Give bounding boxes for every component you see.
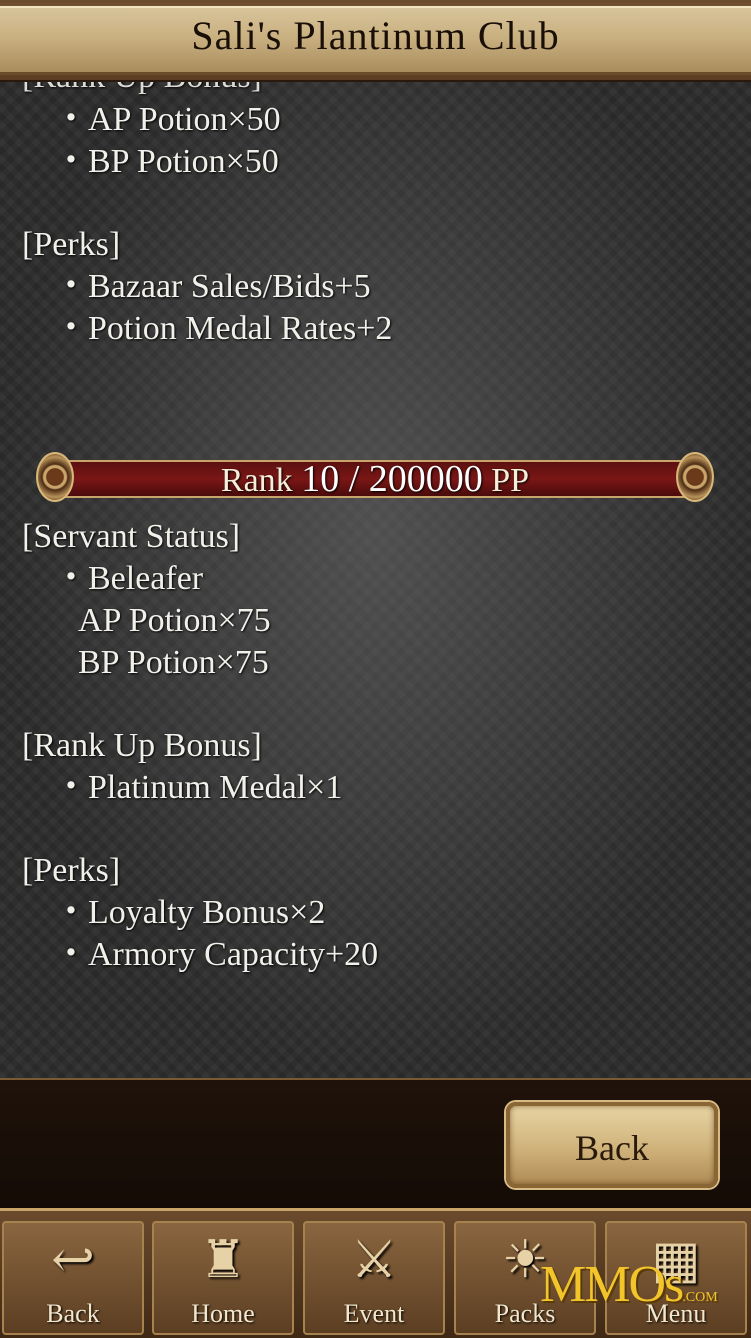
watermark-suffix: .COM <box>682 1290 718 1305</box>
nav-back-button[interactable]: ↩ Back <box>2 1221 144 1335</box>
list-item: ・Loyalty Bonus×2 <box>54 894 326 931</box>
section-heading-rank-up-bonus: [Rank Up Bonus] <box>22 727 262 764</box>
page-title: Sali's Plantinum Club <box>191 13 560 58</box>
section-heading-perks: [Perks] <box>22 852 121 889</box>
footer-panel: Back <box>0 1078 751 1210</box>
crossed-swords-icon: ⚔ <box>350 1232 398 1289</box>
list-item: ・Bazaar Sales/Bids+5 <box>54 268 371 305</box>
list-item: BP Potion×75 <box>78 644 269 681</box>
rank-unit: PP <box>491 462 530 499</box>
watermark-text: MMOs <box>540 1256 684 1313</box>
rank-value: 10 / 200000 <box>301 458 483 500</box>
list-item: ・Armory Capacity+20 <box>54 936 379 973</box>
back-button[interactable]: Back <box>506 1102 718 1188</box>
section-heading-servant-status: [Servant Status] <box>22 518 241 555</box>
section-heading-perks: [Perks] <box>22 226 121 263</box>
list-item: ・Potion Medal Rates+2 <box>54 310 393 347</box>
rank-text: Rank 10 / 200000 PP <box>36 457 714 501</box>
list-item: ・Beleafer <box>54 560 204 597</box>
castle-icon: ♜ <box>199 1232 247 1289</box>
return-arrow-icon: ↩ <box>51 1232 95 1289</box>
list-item: ・BP Potion×50 <box>54 143 279 180</box>
list-item: ・AP Potion×50 <box>54 101 281 138</box>
rank-label: Rank <box>220 462 293 499</box>
nav-home-button[interactable]: ♜ Home <box>152 1221 294 1335</box>
nav-label: Back <box>46 1299 100 1328</box>
title-bar: Sali's Plantinum Club <box>0 0 751 82</box>
watermark-logo: MMOs.COM <box>540 1255 718 1314</box>
club-details-scroll[interactable]: [Rank Up Bonus] ・AP Potion×50 ・BP Potion… <box>0 82 751 1078</box>
nav-label: Event <box>343 1299 405 1328</box>
list-item: AP Potion×75 <box>78 602 271 639</box>
cut-off-heading: [Rank Up Bonus] <box>22 82 262 98</box>
nav-event-button[interactable]: ⚔ Event <box>303 1221 445 1335</box>
rank-banner: Rank 10 / 200000 PP <box>36 452 714 502</box>
list-item: ・Platinum Medal×1 <box>54 769 343 806</box>
nav-label: Home <box>191 1299 255 1328</box>
